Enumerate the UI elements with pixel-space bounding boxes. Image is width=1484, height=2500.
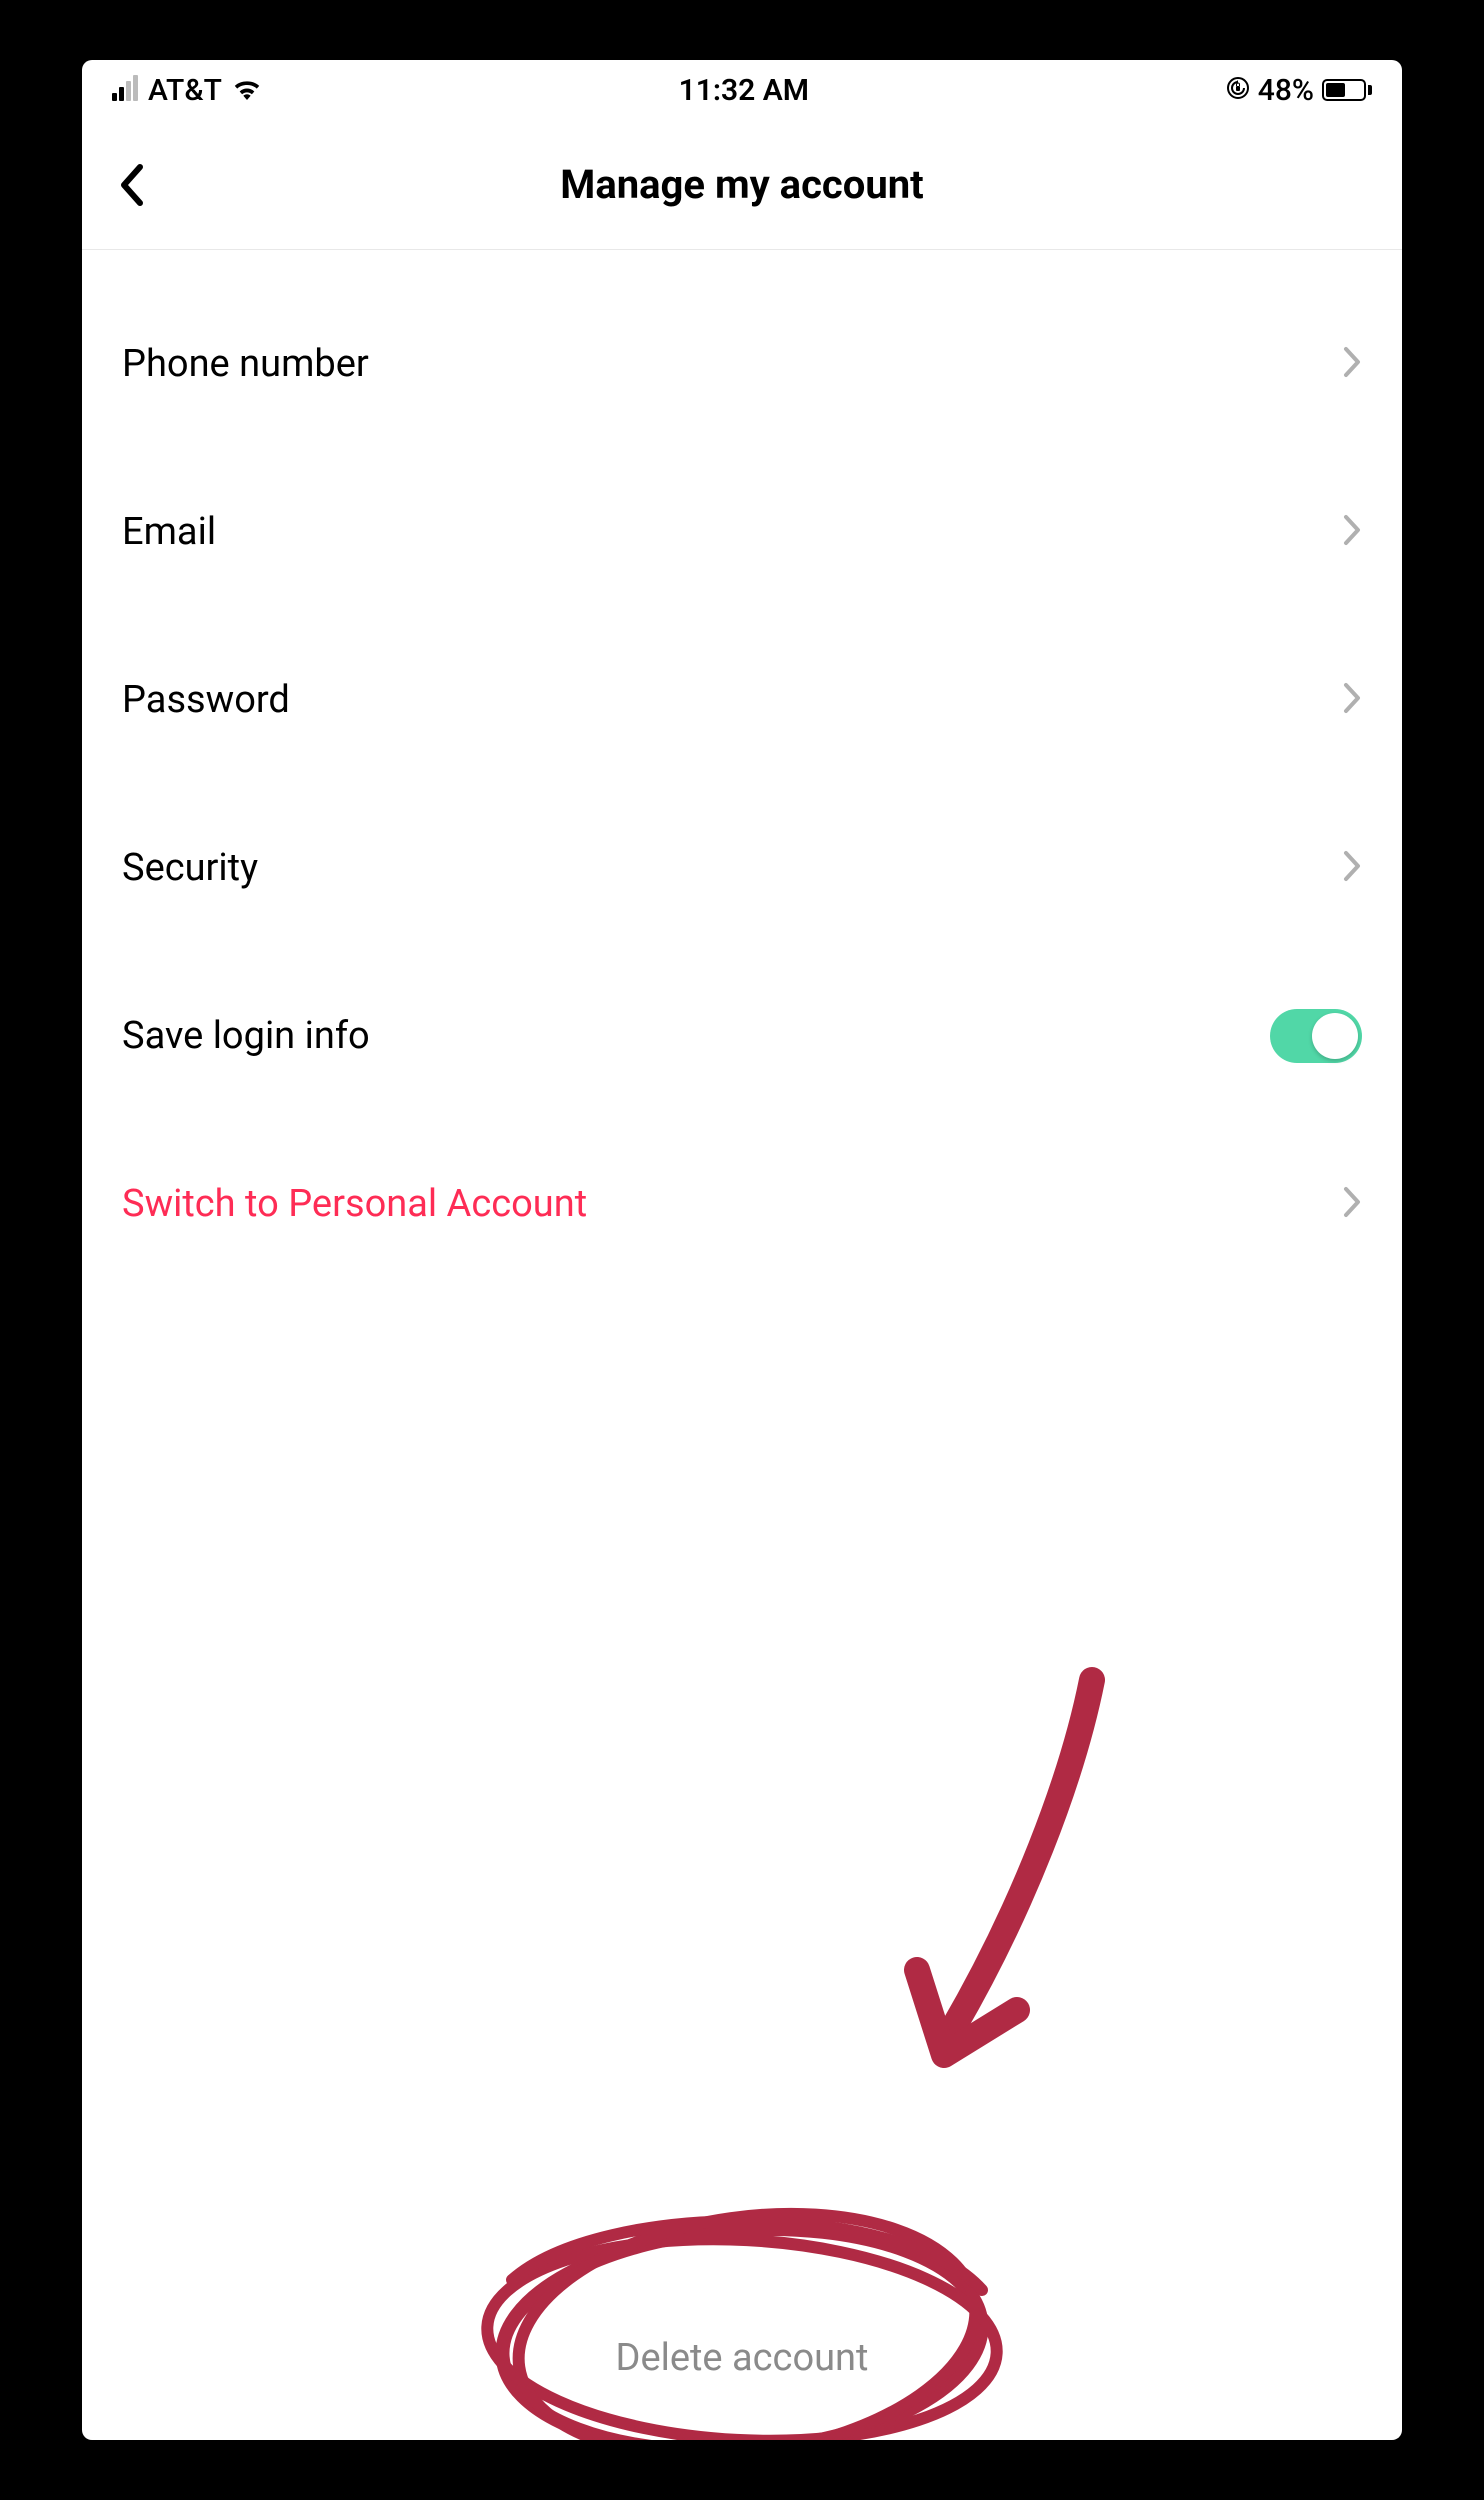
row-label: Save login info: [122, 1014, 370, 1058]
phone-frame: AT&T 11:32 AM 48% Manage my account Phon…: [82, 60, 1402, 2440]
back-button[interactable]: [112, 165, 152, 205]
chevron-right-icon: [1342, 1185, 1362, 1223]
orientation-lock-icon: [1226, 73, 1250, 108]
settings-list: Phone number Email Password Security Sav: [82, 250, 1402, 1288]
battery-label: 48%: [1258, 73, 1314, 108]
page-title: Manage my account: [560, 161, 923, 208]
status-left: AT&T: [112, 73, 262, 108]
status-right: 48%: [1226, 73, 1372, 108]
row-switch-account[interactable]: Switch to Personal Account: [82, 1120, 1402, 1288]
chevron-right-icon: [1342, 849, 1362, 887]
time-label: 11:32 AM: [679, 73, 809, 108]
row-email[interactable]: Email: [82, 448, 1402, 616]
chevron-left-icon: [118, 163, 146, 207]
chevron-right-icon: [1342, 345, 1362, 383]
row-label: Security: [122, 846, 258, 890]
row-phone-number[interactable]: Phone number: [82, 280, 1402, 448]
chevron-right-icon: [1342, 681, 1362, 719]
save-login-toggle[interactable]: [1270, 1009, 1362, 1063]
wifi-icon: [232, 73, 262, 108]
row-label: Email: [122, 510, 216, 554]
chevron-right-icon: [1342, 513, 1362, 551]
toggle-knob: [1312, 1013, 1358, 1059]
row-label: Switch to Personal Account: [122, 1182, 587, 1226]
status-bar: AT&T 11:32 AM 48%: [82, 60, 1402, 120]
row-password[interactable]: Password: [82, 616, 1402, 784]
nav-bar: Manage my account: [82, 120, 1402, 250]
row-save-login-info: Save login info: [82, 952, 1402, 1120]
signal-icon: [112, 79, 138, 101]
row-label: Password: [122, 678, 290, 722]
battery-icon: [1322, 79, 1372, 101]
footer: Delete account: [82, 2336, 1402, 2380]
row-security[interactable]: Security: [82, 784, 1402, 952]
carrier-label: AT&T: [148, 73, 222, 108]
row-label: Phone number: [122, 342, 369, 386]
delete-account-link[interactable]: Delete account: [616, 2336, 869, 2380]
